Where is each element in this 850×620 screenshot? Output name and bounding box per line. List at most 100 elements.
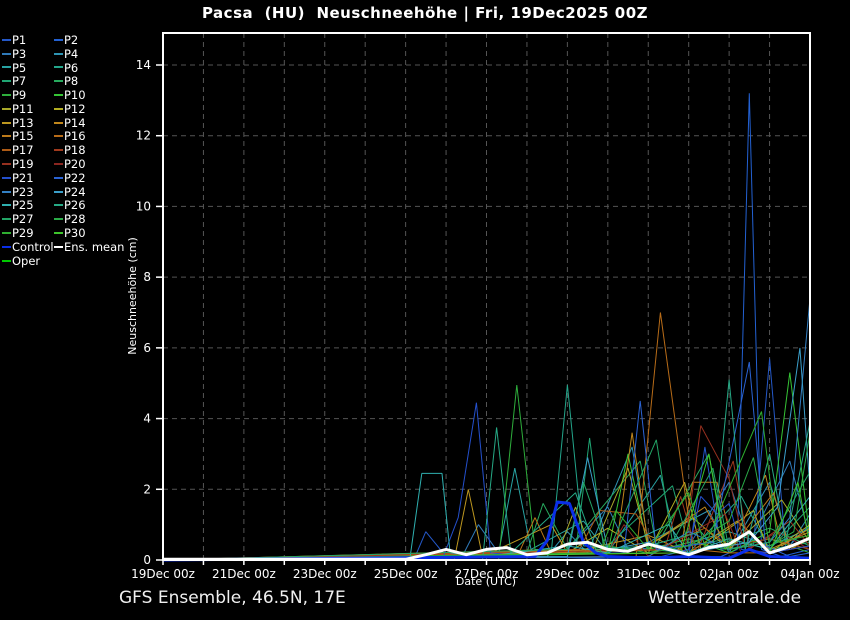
legend-label: P16 [64,129,86,143]
legend-label: P13 [12,116,34,130]
legend-item-p24: P24 [54,185,126,199]
footer-model-info: GFS Ensemble, 46.5N, 17E [119,588,346,608]
legend-item-p22: P22 [54,171,126,185]
legend-item-p25: P25 [2,199,54,213]
legend-swatch [2,246,11,248]
legend-item-p27: P27 [2,212,54,226]
y-tick-label: 14 [136,58,151,72]
legend-label: P9 [12,88,26,102]
legend-swatch [54,66,63,68]
legend-item-p21: P21 [2,171,54,185]
legend-swatch [2,260,11,262]
legend-swatch [2,218,11,220]
legend-label: P22 [64,171,86,185]
legend-item-p15: P15 [2,130,54,144]
legend-item-p16: P16 [54,130,126,144]
y-tick-label: 10 [136,199,151,213]
legend-item-p9: P9 [2,88,54,102]
legend-item-p12: P12 [54,102,126,116]
legend-swatch [54,204,63,206]
legend-swatch [2,149,11,151]
y-tick-label: 8 [143,270,151,284]
legend-swatch [54,39,63,41]
legend-label: P29 [12,226,34,240]
legend-label: P18 [64,143,86,157]
footer-branding: Wetterzentrale.de [648,588,801,608]
legend-label: Control [12,240,54,254]
gridlines [163,33,810,560]
legend-label: P4 [64,47,78,61]
legend-swatch [2,177,11,179]
legend-item-p10: P10 [54,88,126,102]
legend-item-p18: P18 [54,143,126,157]
legend-label: P24 [64,185,86,199]
legend-label: P7 [12,74,26,88]
legend-item-p2: P2 [54,33,126,47]
legend-label: Ens. mean [64,240,124,254]
y-tick-label: 0 [143,553,151,567]
legend-item-p6: P6 [54,61,126,75]
legend-swatch [2,232,11,234]
legend-swatch [54,80,63,82]
legend-swatch [54,94,63,96]
legend-swatch [54,232,63,234]
legend-swatch [54,163,63,165]
legend-swatch [2,80,11,82]
legend-item-p3: P3 [2,47,54,61]
legend-swatch [2,94,11,96]
legend-label: P19 [12,157,34,171]
legend-swatch [2,53,11,55]
legend-swatch [54,135,63,137]
y-tick-label: 4 [143,412,151,426]
legend-label: P11 [12,102,34,116]
legend-label: P23 [12,185,34,199]
legend-item-p17: P17 [2,143,54,157]
legend-label: P25 [12,198,34,212]
legend-label: P27 [12,212,34,226]
y-tick-label: 6 [143,341,151,355]
legend-item-p28: P28 [54,212,126,226]
chart-title: Pacsa (HU) Neuschneehöhe | Fri, 19Dec202… [0,4,850,22]
legend-label: Oper [12,254,40,268]
legend-item-p1: P1 [2,33,54,47]
legend-item-ens-mean: Ens. mean [54,240,126,254]
legend-label: P28 [64,212,86,226]
legend-label: P30 [64,226,86,240]
legend-label: P21 [12,171,34,185]
legend-label: P8 [64,74,78,88]
legend-swatch [2,39,11,41]
legend-item-control: Control [2,240,54,254]
legend-label: P15 [12,129,34,143]
legend-item-p20: P20 [54,157,126,171]
legend-item-p11: P11 [2,102,54,116]
legend-swatch [2,204,11,206]
legend-label: P6 [64,61,78,75]
legend-label: P3 [12,47,26,61]
legend-item-p19: P19 [2,157,54,171]
legend-item-p13: P13 [2,116,54,130]
legend-item-p30: P30 [54,226,126,240]
legend-swatch [54,177,63,179]
legend-item-p8: P8 [54,74,126,88]
legend-label: P5 [12,61,26,75]
legend-swatch [54,246,63,248]
legend-swatch [2,163,11,165]
y-tick-label: 2 [143,482,151,496]
y-tick-label: 12 [136,129,151,143]
legend-item-p23: P23 [2,185,54,199]
legend-item-p5: P5 [2,61,54,75]
legend-swatch [2,108,11,110]
legend-swatch [54,218,63,220]
legend-item-p29: P29 [2,226,54,240]
legend-swatch [54,122,63,124]
legend-label: P14 [64,116,86,130]
x-axis-label: Date (UTC) [0,575,850,588]
legend-label: P10 [64,88,86,102]
legend-item-p14: P14 [54,116,126,130]
legend-swatch [2,66,11,68]
legend-item-oper: Oper [2,254,54,268]
legend-swatch [54,53,63,55]
legend-label: P1 [12,33,26,47]
legend-swatch [54,191,63,193]
legend-swatch [54,108,63,110]
